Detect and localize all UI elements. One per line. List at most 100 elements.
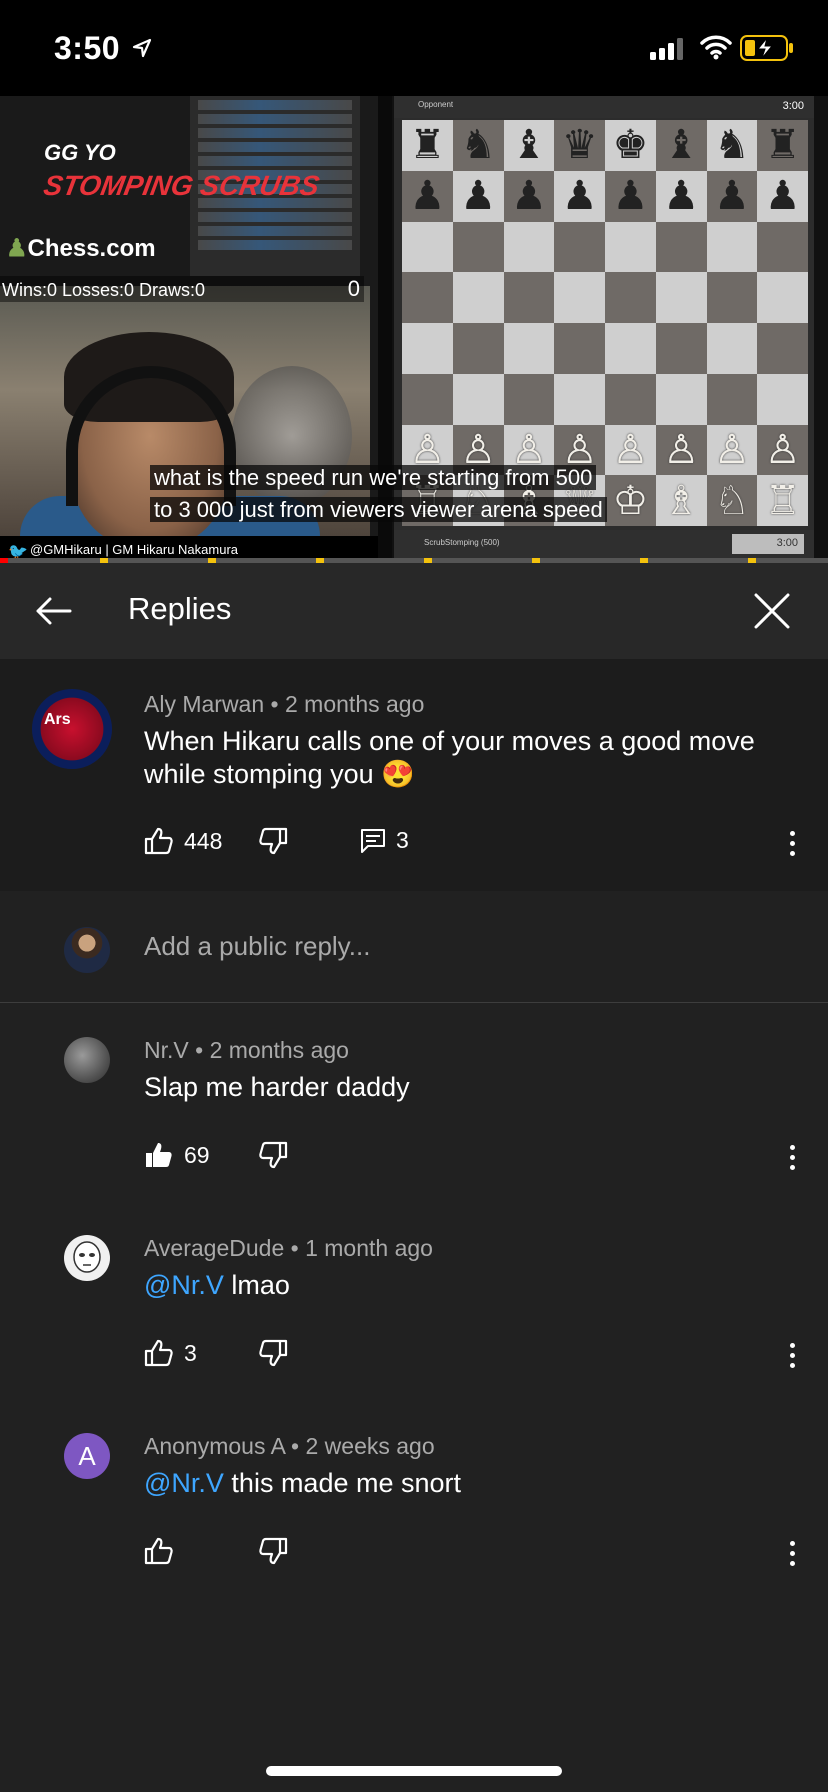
board-square: [402, 272, 453, 323]
reply-count: 3: [396, 827, 409, 853]
board-square: ♟: [706, 170, 758, 222]
caption-line-1: what is the speed run we're starting fro…: [150, 465, 597, 490]
comment-time: 2 months ago: [285, 691, 425, 717]
wifi-icon: [700, 35, 732, 60]
board-square: ♛: [554, 120, 605, 171]
board-square: [706, 373, 758, 425]
avatar[interactable]: A: [64, 1433, 110, 1479]
more-options-icon[interactable]: [780, 1335, 804, 1375]
reply-count-button[interactable]: 3: [360, 827, 409, 854]
like-count: 69: [184, 1141, 210, 1168]
board-square: [757, 272, 808, 323]
board-square: [503, 373, 555, 425]
comment-time: 2 weeks ago: [305, 1433, 435, 1459]
mention-link[interactable]: @Nr.V: [144, 1270, 224, 1300]
board-square: [554, 221, 605, 273]
more-options-icon[interactable]: [780, 1137, 804, 1177]
board-square: [452, 323, 504, 374]
board-square: [706, 272, 758, 323]
board-square: [402, 373, 453, 425]
reply-input[interactable]: Add a public reply...: [144, 931, 370, 962]
board-square: ♚: [605, 120, 656, 171]
thumbs-up-icon: [144, 1537, 173, 1565]
avatar[interactable]: [64, 1235, 110, 1281]
battery-charging-icon: [740, 35, 793, 61]
saitama-face-icon: [73, 1241, 101, 1273]
avatar[interactable]: Ars: [32, 689, 112, 769]
board-square: ♟: [655, 170, 707, 222]
gg-yo-logo: GG YO: [44, 140, 116, 165]
board-square: [655, 221, 707, 273]
chess-com-logo: ♟Chess.com: [6, 235, 156, 262]
board-square: [605, 221, 656, 273]
board-square: ♙: [757, 424, 808, 476]
comment-author[interactable]: Nr.V: [144, 1037, 189, 1063]
like-button[interactable]: 3: [144, 1339, 197, 1367]
board-square: ♟: [452, 170, 504, 222]
board-square: ♘: [706, 475, 758, 526]
board-square: [757, 221, 808, 273]
board-square: ♜: [757, 120, 808, 171]
board-square: [706, 221, 758, 273]
score-number: 0: [347, 276, 360, 301]
reply-comment: Nr.V • 2 months ago Slap me harder daddy 6…: [0, 1003, 828, 1201]
avatar[interactable]: [64, 1037, 110, 1083]
back-arrow-icon[interactable]: [30, 587, 78, 635]
board-square: ♟: [503, 170, 555, 222]
board-square: [402, 221, 453, 273]
comment-icon: [361, 828, 385, 853]
like-button[interactable]: [144, 1537, 184, 1565]
board-square: ♝: [655, 120, 707, 171]
comment-meta: Aly Marwan • 2 months ago: [144, 691, 425, 717]
dislike-button[interactable]: [258, 1339, 288, 1367]
location-arrow-icon: [132, 38, 152, 58]
user-avatar: [64, 927, 110, 973]
board-square: ♝: [503, 120, 555, 171]
more-options-icon[interactable]: [780, 823, 804, 863]
home-indicator[interactable]: [266, 1766, 562, 1776]
comment-author[interactable]: Anonymous A: [144, 1433, 285, 1459]
board-square: [554, 373, 605, 425]
video-caption: what is the speed run we're starting fro…: [150, 462, 670, 526]
comment-author[interactable]: AverageDude: [144, 1235, 284, 1261]
replies-header: Replies: [0, 563, 828, 659]
board-square: ♜: [402, 120, 453, 171]
avatar-letter: A: [78, 1440, 96, 1471]
comment-text: Slap me harder daddy: [144, 1071, 784, 1104]
dislike-button[interactable]: [258, 1537, 288, 1565]
comment-meta: Anonymous A • 2 weeks ago: [144, 1433, 435, 1459]
board-square: ♟: [402, 170, 453, 222]
reply-input-row: Add a public reply...: [0, 891, 828, 1003]
comment-meta: Nr.V • 2 months ago: [144, 1037, 349, 1063]
thumbs-up-icon: [146, 1143, 172, 1167]
comment-body: Slap me harder daddy: [144, 1072, 410, 1102]
status-time: 3:50: [54, 30, 121, 66]
thumbs-down-icon: [259, 1339, 288, 1367]
reply-comment: A Anonymous A • 2 weeks ago @Nr.V this mad…: [0, 1399, 828, 1597]
board-square: [452, 373, 504, 425]
like-button[interactable]: 448: [144, 827, 222, 855]
score-overlay: Wins:0 Losses:0 Draws:0 0: [0, 276, 364, 302]
like-button[interactable]: 69: [144, 1141, 210, 1169]
board-square: [605, 272, 656, 323]
mention-link[interactable]: @Nr.V: [144, 1468, 224, 1498]
board-square: [706, 323, 758, 374]
thumbs-up-icon: [144, 827, 173, 855]
board-square: [503, 272, 555, 323]
comment-time: 2 months ago: [209, 1037, 349, 1063]
more-options-icon[interactable]: [780, 1533, 804, 1573]
board-square: ♞: [706, 120, 758, 171]
close-icon[interactable]: [748, 587, 796, 635]
reply-comment: AverageDude • 1 month ago @Nr.V lmao 3: [0, 1201, 828, 1399]
board-square: [655, 373, 707, 425]
comment-meta: AverageDude • 1 month ago: [144, 1235, 433, 1261]
dislike-button[interactable]: [258, 827, 288, 855]
board-square: [402, 323, 453, 374]
opponent-label: Opponent: [394, 96, 814, 118]
thumbs-down-icon: [259, 1141, 288, 1169]
board-square: [605, 373, 656, 425]
video-player[interactable]: GG YO STOMPING SCRUBS ♟Chess.com Wins:0 …: [0, 96, 828, 562]
comment-author[interactable]: Aly Marwan: [144, 691, 264, 717]
dislike-button[interactable]: [258, 1141, 288, 1169]
board-square: ♖: [757, 475, 808, 526]
